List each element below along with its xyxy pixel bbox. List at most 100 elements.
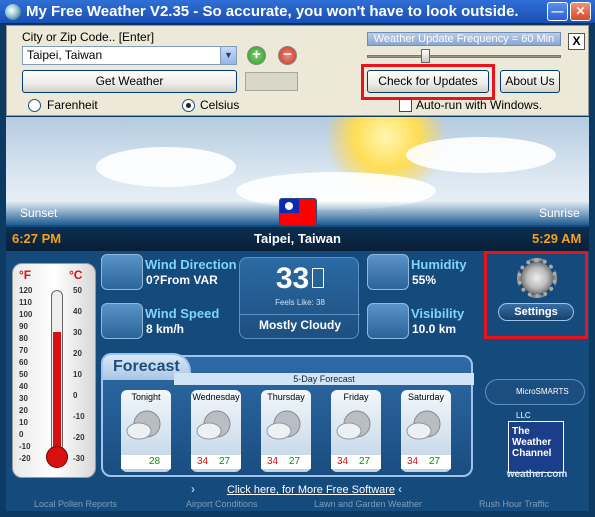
wind-speed-value: 8 km/h	[146, 322, 185, 336]
footer-link[interactable]: Rush Hour Traffic	[479, 499, 549, 509]
cloud-shape	[96, 147, 236, 187]
day-name: Saturday	[407, 392, 445, 402]
low-temp: 27	[289, 456, 301, 467]
weather-channel-logo[interactable]: The Weather Channel	[508, 421, 564, 473]
fahrenheit-tick: 110	[19, 298, 32, 307]
country-flag-icon	[279, 198, 317, 226]
frequency-label: Weather Update Frequency = 60 Min	[367, 32, 561, 46]
day-name: Wednesday	[192, 392, 240, 402]
forecast-day: Friday 34 27	[331, 390, 381, 472]
visibility-icon	[367, 303, 409, 339]
sunrise-label: Sunrise	[539, 206, 580, 220]
get-weather-button[interactable]: Get Weather	[22, 70, 237, 93]
high-temp: 34	[337, 456, 349, 467]
fahrenheit-tick: 120	[19, 286, 33, 295]
forecast-day: Thursday 34 27	[261, 390, 311, 472]
visibility-label: Visibility	[411, 306, 465, 321]
footer-link[interactable]: Lawn and Garden Weather	[314, 499, 422, 509]
city-select[interactable]: Taipei, Taiwan ▼	[22, 46, 237, 65]
chevron-right-icon: ›	[191, 482, 195, 496]
chevron-down-icon[interactable]: ▼	[220, 47, 236, 64]
temperature-value: 33	[240, 262, 360, 296]
wind-direction-value: 0?From VAR	[146, 273, 218, 287]
autorun-checkbox[interactable]	[399, 99, 412, 112]
celsius-scale-label: °C	[69, 268, 83, 282]
twc-line: Weather	[512, 437, 552, 448]
celsius-tick: 40	[73, 307, 82, 316]
add-city-button[interactable]: +	[247, 46, 266, 65]
low-temp: 28	[149, 456, 161, 467]
forecast-day: Tonight 28	[121, 390, 171, 472]
low-temp: 27	[429, 456, 441, 467]
microsmarts-logo[interactable]: MicroSMARTS LLC	[485, 379, 585, 420]
minimize-button[interactable]: —	[547, 2, 568, 21]
celsius-tick: 10	[73, 370, 82, 379]
autorun-label: Auto-run with Windows.	[416, 98, 543, 112]
panel-close-button[interactable]: X	[568, 33, 585, 50]
fahrenheit-tick: 30	[19, 394, 28, 403]
close-button[interactable]: ✕	[570, 2, 591, 21]
day-name: Friday	[343, 392, 369, 402]
status-box	[245, 72, 298, 91]
celsius-tick: -20	[73, 433, 85, 442]
slider-thumb[interactable]	[421, 49, 430, 63]
high-temp: 34	[407, 456, 419, 467]
location-name: Taipei, Taiwan	[254, 231, 341, 246]
chevron-left-icon: ‹	[398, 482, 402, 496]
more-software-link[interactable]: Click here, for More Free Software	[211, 484, 411, 496]
footer-link[interactable]: Airport Conditions	[186, 499, 258, 509]
sunset-label: Sunset	[20, 206, 58, 220]
forecast-day: Wednesday 34 27	[191, 390, 241, 472]
fahrenheit-tick: 10	[19, 418, 28, 427]
wind-speed-label: Wind Speed	[145, 306, 220, 321]
cloud-sun-icon	[266, 410, 301, 440]
cloud-sun-icon	[406, 410, 441, 440]
about-us-button[interactable]: About Us	[500, 70, 560, 93]
high-temp: 34	[197, 456, 209, 467]
fahrenheit-tick: 40	[19, 382, 28, 391]
high-temp: 34	[267, 456, 279, 467]
celsius-radio[interactable]	[182, 99, 195, 112]
thermometer: °F °C 120 110 100 90 80 70 60 50 40 30 20 10 0 -10 -20…	[12, 263, 96, 478]
day-name: Thursday	[267, 392, 305, 402]
fahrenheit-tick: 70	[19, 346, 28, 355]
footer-link[interactable]: Local Pollen Reports	[34, 499, 117, 509]
fahrenheit-tick: -20	[19, 454, 31, 463]
gear-icon[interactable]	[517, 258, 557, 298]
fahrenheit-radio[interactable]	[28, 99, 41, 112]
celsius-label: Celsius	[200, 98, 240, 112]
fahrenheit-tick: 50	[19, 370, 28, 379]
frequency-slider[interactable]	[367, 48, 561, 64]
cloud-sun-icon	[126, 410, 161, 440]
current-temp-box: 33 Feels Like: 38 Mostly Cloudy	[239, 257, 360, 339]
remove-city-button[interactable]: −	[278, 46, 297, 65]
humidity-label: Humidity	[411, 257, 467, 272]
sunrise-time: 5:29 AM	[532, 231, 582, 246]
window-title: My Free Weather V2.35 - So accurate, you…	[26, 3, 519, 20]
weather-com-link[interactable]: weather.com	[502, 469, 572, 480]
location-bar: 6:27 PM Taipei, Taiwan 5:29 AM	[6, 227, 589, 251]
twc-line: Channel	[512, 448, 552, 459]
forecast-header: 5-Day Forecast	[174, 373, 474, 385]
thermometer-bulb	[46, 446, 68, 468]
title-bar: My Free Weather V2.35 - So accurate, you…	[0, 0, 595, 24]
cloud-shape	[406, 137, 556, 173]
celsius-tick: 50	[73, 286, 82, 295]
temp-bar	[121, 455, 171, 469]
feels-like: Feels Like: 38	[275, 298, 325, 307]
fahrenheit-tick: 60	[19, 358, 28, 367]
condition-text: Mostly Cloudy	[258, 318, 341, 332]
low-temp: 27	[359, 456, 371, 467]
forecast-day: Saturday 34 27	[401, 390, 451, 472]
settings-button[interactable]: Settings	[498, 303, 574, 321]
fahrenheit-tick: 20	[19, 406, 28, 415]
humidity-icon	[367, 254, 409, 290]
low-temp: 27	[219, 456, 231, 467]
fahrenheit-tick: -10	[19, 442, 31, 451]
wind-direction-label: Wind Direction	[145, 257, 237, 272]
celsius-tick: -30	[73, 454, 85, 463]
fahrenheit-tick: 0	[19, 430, 24, 439]
check-updates-button[interactable]: Check for Updates	[367, 70, 489, 93]
fahrenheit-tick: 100	[19, 310, 33, 319]
celsius-tick: 20	[73, 349, 82, 358]
